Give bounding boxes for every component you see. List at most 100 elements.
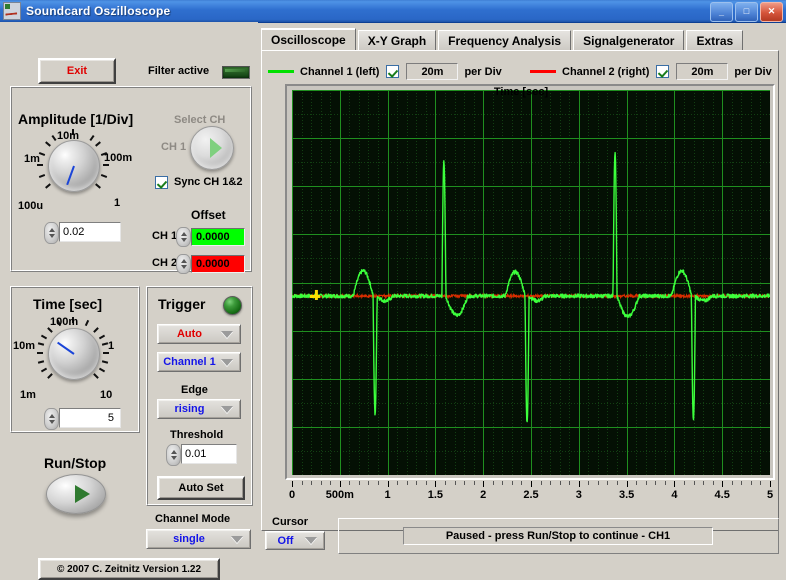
tab-oscilloscope[interactable]: Oscilloscope <box>261 28 356 51</box>
x-axis-minor-tick <box>569 481 571 485</box>
tab-label: Signalgenerator <box>583 33 675 48</box>
ch2-offset-label: CH 2 <box>152 257 178 269</box>
chevron-down-icon <box>231 535 243 543</box>
amplitude-title: Amplitude [1/Div] <box>18 111 134 127</box>
x-axis-tick-label: 0 <box>288 489 296 501</box>
trigger-title: Trigger <box>158 296 206 312</box>
x-axis-minor-tick <box>416 481 418 485</box>
x-axis-minor-tick <box>521 481 523 485</box>
x-axis-minor-tick <box>502 481 504 485</box>
x-axis-minor-tick <box>320 481 322 485</box>
ch1-offset-label: CH 1 <box>152 230 178 242</box>
tab-bar: Oscilloscope X-Y Graph Frequency Analysis S… <box>261 28 745 51</box>
x-axis-minor-tick <box>645 481 647 485</box>
filter-active-label: Filter active <box>148 65 210 77</box>
tab-label: Frequency Analysis <box>448 33 562 48</box>
knob-tick <box>103 352 109 354</box>
x-axis-tick <box>435 481 437 487</box>
tab-extras[interactable]: Extras <box>686 30 744 51</box>
x-axis-title: Time [sec] <box>493 86 549 98</box>
x-axis-minor-tick <box>712 481 714 485</box>
x-axis-tick <box>626 481 628 487</box>
x-axis-tick <box>339 481 341 487</box>
amplitude-value-field[interactable]: 0.02 <box>59 222 121 242</box>
time-value-field[interactable]: 5 <box>59 408 121 428</box>
tab-signalgenerator[interactable]: Signalgenerator <box>573 30 685 51</box>
auto-set-button[interactable]: Auto Set <box>157 476 245 500</box>
amplitude-tick-label-100m: 100m <box>104 152 133 164</box>
x-axis-tick <box>770 481 771 487</box>
edge-label: Edge <box>181 384 208 396</box>
amplitude-knob[interactable] <box>48 140 100 192</box>
amplitude-stepper-arrows[interactable] <box>44 222 59 244</box>
threshold-stepper-arrows[interactable] <box>166 444 181 466</box>
knob-tick <box>103 164 109 166</box>
knob-pointer-icon <box>210 138 222 158</box>
time-stepper-arrows[interactable] <box>44 408 59 430</box>
time-tick-label-10: 10 <box>100 389 113 401</box>
x-axis-minor-tick <box>311 481 313 485</box>
trigger-edge-select[interactable]: rising <box>157 399 241 419</box>
plot-frame <box>285 84 775 480</box>
amplitude-tick-label-100u: 100u <box>18 200 44 212</box>
tab-x-y-graph[interactable]: X-Y Graph <box>357 30 437 51</box>
filter-active-led <box>222 66 250 79</box>
x-axis-tick-label: 5 <box>766 489 774 501</box>
trigger-mode-select[interactable]: Auto <box>157 324 241 344</box>
channel-mode-select[interactable]: single <box>146 529 251 549</box>
run-stop-button[interactable] <box>46 474 106 514</box>
x-axis-minor-tick <box>406 481 408 485</box>
amplitude-tick-label-10m: 10m <box>57 130 80 142</box>
channel-mode-value: single <box>173 533 205 545</box>
ch2-offset-stepper-arrows[interactable] <box>176 254 191 274</box>
x-axis-tick-label: 1 <box>384 489 391 501</box>
amplitude-knob-needle <box>66 165 76 186</box>
window-buttons: _ □ ✕ <box>710 2 783 22</box>
threshold-stepper[interactable]: 0.01 <box>166 444 237 466</box>
minimize-button[interactable]: _ <box>710 2 733 22</box>
x-axis-tick-label: 3.5 <box>618 489 635 501</box>
cursor-select[interactable]: Off <box>265 531 325 550</box>
time-stepper[interactable]: 5 <box>44 408 121 430</box>
x-axis-minor-tick <box>617 481 619 485</box>
time-knob[interactable] <box>48 328 100 380</box>
time-tick-label-10m: 10m <box>13 340 36 352</box>
time-knob-needle <box>56 341 75 356</box>
window-title: Soundcard Oszilloscope <box>26 4 171 18</box>
x-axis-minor-tick <box>607 481 609 485</box>
tab-label: Oscilloscope <box>271 33 346 47</box>
x-axis-minor-tick <box>664 481 666 485</box>
x-axis-minor-tick <box>330 481 332 485</box>
x-axis-tick-label: 2 <box>480 489 487 501</box>
time-tick-label-1m: 1m <box>20 389 36 401</box>
x-axis-tick <box>722 481 724 487</box>
trigger-led <box>223 296 242 315</box>
maximize-button[interactable]: □ <box>735 2 758 22</box>
plot-canvas[interactable] <box>292 90 770 475</box>
play-icon <box>75 485 90 503</box>
knob-tick <box>37 352 43 354</box>
ch1-offset-stepper-arrows[interactable] <box>176 227 191 247</box>
tab-frequency-analysis[interactable]: Frequency Analysis <box>438 30 572 51</box>
ch1-offset-field[interactable]: 0.0000 <box>191 228 245 246</box>
ch2-offset-field[interactable]: 0.0000 <box>191 255 245 273</box>
channel-mode-label: Channel Mode <box>155 513 231 525</box>
trigger-source-select[interactable]: Channel 1 <box>157 352 241 372</box>
trigger-group <box>146 286 253 506</box>
amplitude-stepper[interactable]: 0.02 <box>44 222 121 244</box>
offset-label: Offset <box>191 208 226 222</box>
x-axis-tick <box>674 481 676 487</box>
exit-button[interactable]: Exit <box>38 58 116 84</box>
sync-channels-label: Sync CH 1&2 <box>174 176 243 188</box>
threshold-value-field[interactable]: 0.01 <box>181 444 237 464</box>
x-axis-minor-tick <box>731 481 733 485</box>
title-bar: Soundcard Oszilloscope _ □ ✕ <box>0 0 786 23</box>
select-ch-knob[interactable] <box>190 126 234 170</box>
x-axis-minor-tick <box>597 481 599 485</box>
ch2-offset-stepper[interactable] <box>176 254 191 274</box>
x-axis-minor-tick <box>703 481 705 485</box>
x-axis-minor-tick <box>444 481 446 485</box>
ch1-offset-stepper[interactable] <box>176 227 191 247</box>
sync-channels-checkbox[interactable] <box>155 176 168 189</box>
close-button[interactable]: ✕ <box>760 2 783 22</box>
